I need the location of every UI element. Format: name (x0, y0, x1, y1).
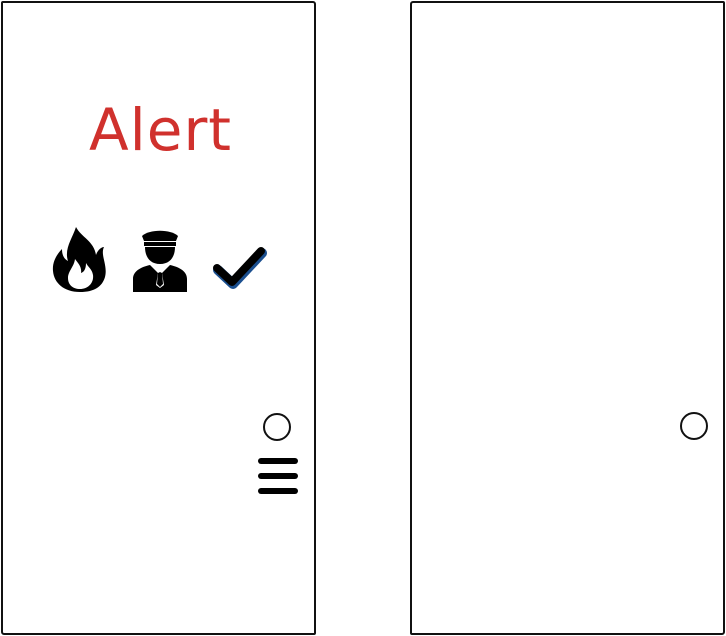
left-screen-panel: Alert (1, 1, 316, 635)
police-officer-icon (133, 230, 187, 292)
fire-icon (52, 227, 106, 292)
hamburger-menu-icon[interactable] (256, 456, 300, 496)
alert-title: Alert (88, 96, 233, 164)
check-icon (213, 247, 267, 289)
circle-button[interactable] (680, 412, 708, 440)
right-screen-panel (410, 1, 725, 635)
circle-button[interactable] (263, 413, 291, 441)
